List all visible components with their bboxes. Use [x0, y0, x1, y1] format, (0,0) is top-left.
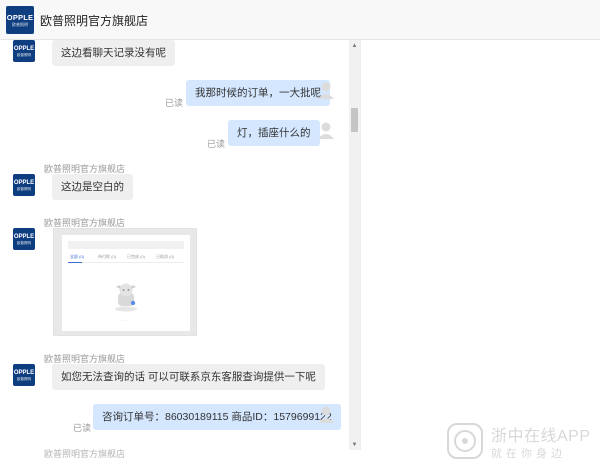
message-bubble-user[interactable]: 灯，插座什么的	[228, 120, 320, 146]
avatar-brand: OPPLE	[13, 45, 35, 52]
user-avatar-icon[interactable]	[316, 404, 336, 424]
panel-divider	[360, 40, 361, 450]
shop-avatar[interactable]: OPPLE 欧普照明	[13, 40, 35, 62]
shop-avatar[interactable]: OPPLE 欧普照明	[13, 364, 35, 386]
avatar-sub: 欧普照明	[17, 52, 31, 57]
image-tab: 已取消 (0)	[156, 254, 174, 259]
read-status: 已读	[165, 98, 184, 108]
scroll-thumb[interactable]	[351, 108, 358, 132]
message-bubble-shop[interactable]: 如您无法查询的话 可以可联系京东客服查询提供一下呢	[52, 364, 325, 390]
message-bubble-shop[interactable]: 这边是空白的	[52, 174, 133, 200]
avatar-sub: 欧普照明	[17, 186, 31, 191]
watermark-logo-icon	[447, 423, 483, 459]
message-bubble-user[interactable]: 咨询订单号：86030189115 商品ID：1579699122	[93, 404, 341, 430]
empty-state-robot-icon	[115, 283, 137, 312]
watermark: 浙中在线APP 就在你身边	[446, 418, 596, 464]
user-avatar-icon[interactable]	[316, 80, 336, 100]
shop-avatar[interactable]: OPPLE 欧普照明	[13, 228, 35, 250]
avatar-brand: OPPLE	[13, 369, 35, 376]
image-tab: 已完成 (0)	[127, 254, 145, 259]
shop-logo-brand: OPPLE	[6, 13, 34, 22]
shop-logo[interactable]: OPPLE 欧普照明	[6, 6, 34, 34]
image-message[interactable]: 全部 (0) 待付款 (0) 已完成 (0) 已取消 (0) · · · ·	[53, 228, 197, 336]
read-status: 已读	[73, 423, 92, 433]
avatar-brand: OPPLE	[13, 233, 35, 240]
watermark-subtitle: 就在你身边	[491, 448, 566, 460]
message-bubble-user[interactable]: 我那时候的订单，一大批呢	[186, 80, 330, 106]
image-tab-underline	[68, 262, 82, 263]
watermark-title: 浙中在线APP	[491, 428, 591, 445]
image-preview-tabs: 全部 (0) 待付款 (0) 已完成 (0) 已取消 (0)	[68, 253, 184, 263]
avatar-sub: 欧普照明	[17, 240, 31, 245]
image-preview-header	[68, 241, 184, 249]
chat-bottom-area: 欧普照明官方旗舰店	[0, 449, 360, 472]
chat-scrollbar[interactable]: ▲ ▼	[349, 40, 360, 450]
image-tab: 待付款 (0)	[98, 254, 116, 259]
avatar-brand: OPPLE	[13, 179, 35, 186]
scroll-down-arrow-icon[interactable]: ▼	[349, 439, 360, 450]
image-caption-blur: · · · ·	[122, 319, 130, 323]
shop-title[interactable]: 欧普照明官方旗舰店	[40, 12, 148, 29]
shop-avatar[interactable]: OPPLE 欧普照明	[13, 174, 35, 196]
chat-header: OPPLE 欧普照明 欧普照明官方旗舰店	[0, 0, 600, 40]
avatar-sub: 欧普照明	[17, 376, 31, 381]
message-bubble-shop[interactable]: 这边看聊天记录没有呢	[52, 40, 175, 66]
sender-name: 欧普照明官方旗舰店	[44, 449, 126, 459]
image-tab: 全部 (0)	[70, 254, 84, 259]
user-avatar-icon[interactable]	[316, 120, 336, 140]
image-preview: 全部 (0) 待付款 (0) 已完成 (0) 已取消 (0) · · · ·	[62, 235, 190, 331]
shop-logo-sub: 欧普照明	[12, 22, 28, 27]
read-status: 已读	[207, 139, 226, 149]
scroll-up-arrow-icon[interactable]: ▲	[349, 40, 360, 51]
